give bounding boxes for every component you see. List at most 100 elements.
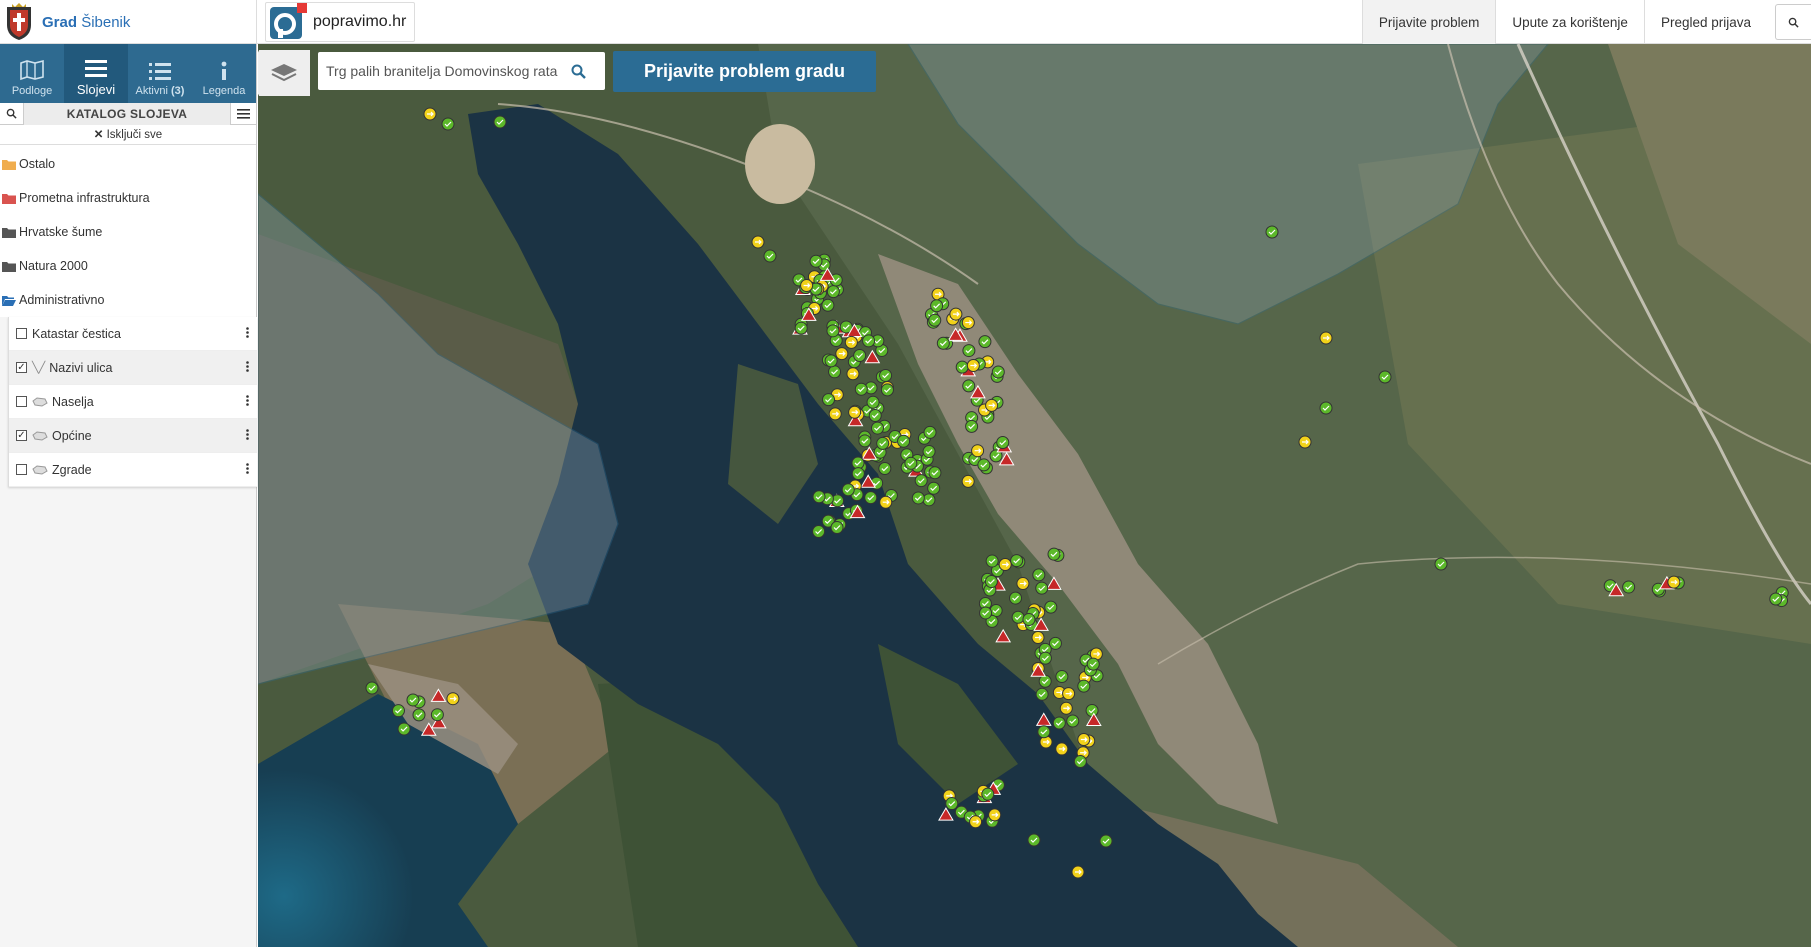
resolved-marker-icon[interactable] [493, 115, 507, 129]
resolved-marker-icon[interactable] [854, 382, 868, 396]
resolved-marker-icon[interactable] [1055, 670, 1069, 684]
resolved-marker-icon[interactable] [897, 434, 911, 448]
more-vertical-icon[interactable] [246, 429, 249, 443]
resolved-marker-icon[interactable] [1378, 370, 1392, 384]
resolved-marker-icon[interactable] [851, 467, 865, 481]
resolved-marker-icon[interactable] [812, 490, 826, 504]
resolved-marker-icon[interactable] [822, 393, 836, 407]
resolved-marker-icon[interactable] [945, 797, 959, 811]
tab-legend[interactable]: Legenda [192, 44, 256, 103]
resolved-marker-icon[interactable] [824, 354, 838, 368]
resolved-marker-icon[interactable] [1035, 581, 1049, 595]
resolved-marker-icon[interactable] [922, 493, 936, 507]
resolved-marker-icon[interactable] [1434, 557, 1448, 571]
resolved-marker-icon[interactable] [1037, 725, 1051, 739]
resolved-marker-icon[interactable] [1085, 704, 1099, 717]
resolved-marker-icon[interactable] [858, 434, 872, 448]
resolved-marker-icon[interactable] [965, 419, 979, 433]
layer-switcher-button[interactable] [258, 50, 310, 96]
resolved-marker-icon[interactable] [1066, 714, 1080, 728]
resolved-marker-icon[interactable] [862, 334, 876, 348]
resolved-marker-icon[interactable] [826, 285, 840, 299]
resolved-marker-icon[interactable] [821, 298, 835, 312]
popravimo-link[interactable]: popravimo.hr [265, 2, 415, 42]
resolved-marker-icon[interactable] [1047, 547, 1061, 561]
resolved-marker-icon[interactable] [991, 365, 1005, 379]
resolved-marker-icon[interactable] [930, 299, 944, 313]
address-search-button[interactable] [558, 64, 598, 79]
resolved-marker-icon[interactable] [984, 575, 998, 589]
checkbox-checked[interactable]: ✓ [16, 362, 27, 373]
resolved-marker-icon[interactable] [841, 483, 855, 497]
resolved-marker-icon[interactable] [391, 704, 405, 718]
more-vertical-icon[interactable] [246, 327, 249, 341]
resolved-marker-icon[interactable] [878, 462, 892, 476]
resolved-marker-icon[interactable] [430, 708, 444, 722]
nav-report-problem[interactable]: Prijavite problem [1361, 0, 1496, 44]
resolved-marker-icon[interactable] [809, 254, 823, 268]
checkbox[interactable] [16, 464, 27, 475]
resolved-marker-icon[interactable] [1011, 610, 1025, 624]
resolved-marker-icon[interactable] [922, 445, 936, 459]
resolved-marker-icon[interactable] [880, 383, 894, 397]
resolved-marker-icon[interactable] [830, 521, 844, 535]
resolved-marker-icon[interactable] [868, 408, 882, 422]
catalog-search-button[interactable] [0, 102, 24, 125]
resolved-marker-icon[interactable] [928, 313, 942, 327]
resolved-marker-icon[interactable] [876, 436, 890, 450]
resolved-marker-icon[interactable] [879, 368, 893, 382]
resolved-marker-icon[interactable] [1769, 592, 1783, 606]
resolved-marker-icon[interactable] [979, 606, 993, 620]
layer-katastar-cestica[interactable]: Katastar čestica [9, 317, 257, 351]
checkbox-checked[interactable]: ✓ [16, 430, 27, 441]
resolved-marker-icon[interactable] [853, 348, 867, 362]
resolved-marker-icon[interactable] [981, 787, 995, 801]
folder-hrvatske-sume[interactable]: Hrvatske šume [0, 215, 256, 249]
checkbox[interactable] [16, 328, 27, 339]
folder-natura-2000[interactable]: Natura 2000 [0, 249, 256, 283]
resolved-marker-icon[interactable] [904, 456, 918, 470]
tab-active[interactable]: Aktivni (3) [128, 44, 192, 103]
resolved-marker-icon[interactable] [866, 395, 880, 409]
resolved-marker-icon[interactable] [763, 249, 777, 263]
clear-all-button[interactable]: ✕ Isključi sve [0, 125, 256, 145]
resolved-marker-icon[interactable] [1265, 225, 1279, 239]
resolved-marker-icon[interactable] [923, 425, 937, 439]
resolved-marker-icon[interactable] [977, 458, 991, 472]
resolved-marker-icon[interactable] [1022, 612, 1036, 626]
resolved-marker-icon[interactable] [1052, 716, 1066, 730]
resolved-marker-icon[interactable] [1044, 600, 1058, 614]
resolved-marker-icon[interactable] [397, 722, 411, 736]
resolved-marker-icon[interactable] [1010, 554, 1024, 568]
resolved-marker-icon[interactable] [826, 324, 840, 338]
map-view[interactable]: Prijavite problem gradu [258, 44, 1811, 947]
nav-instructions[interactable]: Upute za korištenje [1495, 0, 1644, 44]
resolved-marker-icon[interactable] [955, 360, 969, 374]
resolved-marker-icon[interactable] [989, 604, 1003, 618]
layer-naselja[interactable]: Naselja [9, 385, 257, 419]
brand[interactable]: Grad Šibenik [0, 0, 257, 44]
report-problem-button[interactable]: Prijavite problem gradu [613, 51, 876, 92]
resolved-marker-icon[interactable] [1319, 401, 1333, 415]
resolved-marker-icon[interactable] [1009, 591, 1023, 605]
top-search-button[interactable] [1775, 4, 1811, 40]
resolved-marker-icon[interactable] [911, 491, 925, 505]
resolved-marker-icon[interactable] [441, 117, 455, 131]
more-vertical-icon[interactable] [246, 361, 249, 375]
resolved-marker-icon[interactable] [794, 321, 808, 335]
tab-basemaps[interactable]: Podloge [0, 44, 64, 103]
resolved-marker-icon[interactable] [1077, 679, 1091, 693]
layer-opcine[interactable]: ✓ Općine [9, 419, 257, 453]
resolved-marker-icon[interactable] [936, 336, 950, 350]
resolved-marker-icon[interactable] [962, 344, 976, 358]
resolved-marker-icon[interactable] [978, 335, 992, 349]
resolved-marker-icon[interactable] [1086, 657, 1100, 671]
nav-review-reports[interactable]: Pregled prijava [1643, 0, 1767, 44]
resolved-marker-icon[interactable] [1038, 674, 1052, 688]
resolved-marker-icon[interactable] [1032, 568, 1046, 582]
resolved-marker-icon[interactable] [985, 554, 999, 568]
resolved-marker-icon[interactable] [412, 708, 426, 722]
resolved-marker-icon[interactable] [406, 693, 420, 707]
resolved-marker-icon[interactable] [365, 681, 379, 695]
resolved-marker-icon[interactable] [864, 491, 878, 505]
